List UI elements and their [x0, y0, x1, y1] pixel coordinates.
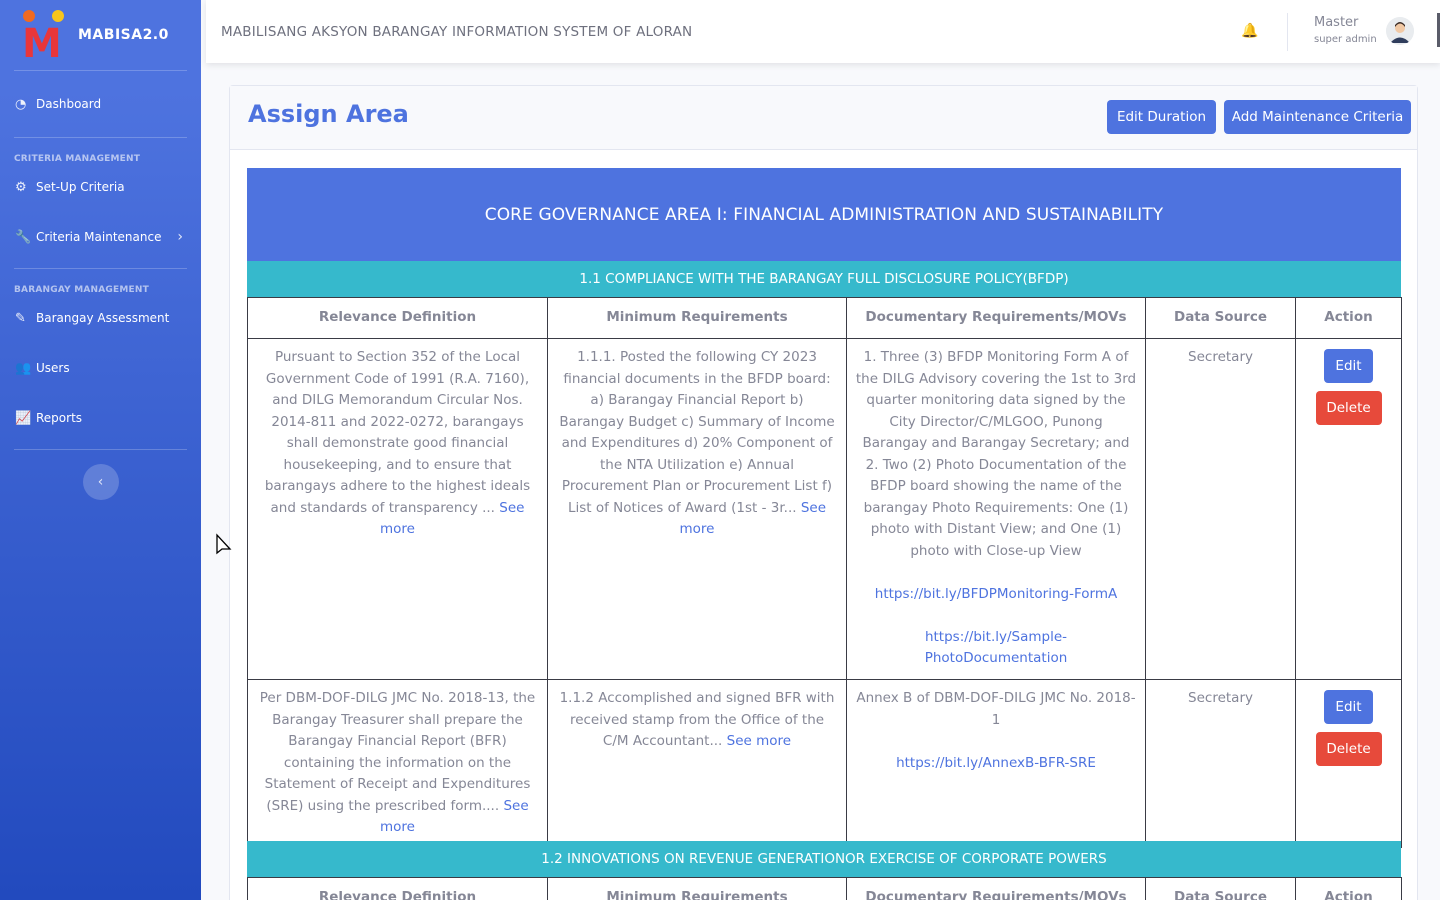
- column-header: Action: [1295, 297, 1402, 339]
- column-header: Action: [1295, 877, 1402, 900]
- bell-icon[interactable]: 🔔: [1241, 23, 1258, 39]
- assign-area-card: Assign Area Edit Duration Add Maintenanc…: [229, 85, 1418, 900]
- add-maintenance-criteria-button[interactable]: Add Maintenance Criteria: [1224, 100, 1411, 134]
- action-cell: Edit Delete: [1295, 338, 1402, 680]
- relevance-cell: Per DBM-DOF-DILG JMC No. 2018-13, the Ba…: [247, 679, 548, 848]
- table-header-row: Relevance Definition Minimum Requirement…: [247, 297, 1402, 339]
- sidebar-item-label: Users: [36, 361, 70, 375]
- mouse-cursor-icon: [216, 533, 232, 555]
- column-header: Relevance Definition: [247, 877, 548, 900]
- sidebar-toggle-button[interactable]: ‹: [82, 464, 119, 500]
- column-header: Data Source: [1145, 877, 1296, 900]
- sidebar-item-reports[interactable]: 📈 Reports: [0, 399, 201, 437]
- edit-duration-button[interactable]: Edit Duration: [1107, 100, 1216, 134]
- sidebar: M MABISA2.0 ◔ Dashboard CRITERIA MANAGEM…: [0, 0, 201, 900]
- sidebar-item-barangay-assessment[interactable]: ✎ Barangay Assessment: [0, 299, 201, 337]
- documentary-text: 1. Three (3) BFDP Monitoring Form A of t…: [855, 349, 1137, 559]
- sidebar-item-label: Reports: [36, 411, 83, 425]
- chevron-left-icon: ‹: [97, 474, 104, 490]
- edit-icon: ✎: [15, 310, 26, 326]
- chart-line-icon: 📈: [15, 410, 32, 426]
- action-cell: Edit Delete: [1295, 679, 1402, 848]
- mov-link[interactable]: https://bit.ly/BFDPMonitoring-FormA: [875, 586, 1117, 602]
- avatar[interactable]: [1386, 17, 1414, 45]
- sidebar-item-dashboard[interactable]: ◔ Dashboard: [0, 71, 201, 137]
- criteria-table: Relevance Definition Minimum Requirement…: [247, 877, 1402, 900]
- sidebar-divider: [14, 449, 187, 450]
- table-row: Per DBM-DOF-DILG JMC No. 2018-13, the Ba…: [247, 679, 1402, 848]
- mov-link[interactable]: https://bit.ly/Sample-PhotoDocumentation: [925, 629, 1068, 667]
- mov-link[interactable]: https://bit.ly/AnnexB-BFR-SRE: [896, 755, 1096, 771]
- minimum-text: 1.1.1. Posted the following CY 2023 fina…: [559, 349, 835, 516]
- topbar: MABILISANG AKSYON BARANGAY INFORMATION S…: [206, 0, 1440, 63]
- delete-button[interactable]: Delete: [1315, 732, 1382, 766]
- sidebar-item-label: Set-Up Criteria: [36, 180, 125, 194]
- data-source-cell: Secretary: [1145, 679, 1296, 848]
- user-info[interactable]: Master super admin: [1314, 15, 1377, 45]
- dashboard-icon: ◔: [15, 96, 27, 112]
- topbar-divider: [1287, 13, 1288, 51]
- relevance-text: Pursuant to Section 352 of the Local Gov…: [264, 349, 531, 516]
- users-icon: 👥: [15, 360, 32, 376]
- sidebar-item-label: Criteria Maintenance: [36, 230, 162, 244]
- sidebar-item-setup-criteria[interactable]: ⚙ Set-Up Criteria: [0, 168, 201, 206]
- minimum-cell: 1.1.1. Posted the following CY 2023 fina…: [547, 338, 847, 680]
- relevance-text: Per DBM-DOF-DILG JMC No. 2018-13, the Ba…: [259, 690, 536, 814]
- sidebar-brand[interactable]: M MABISA2.0: [0, 0, 201, 70]
- documentary-cell: Annex B of DBM-DOF-DILG JMC No. 2018-1 h…: [846, 679, 1146, 848]
- user-name: Master: [1314, 15, 1359, 30]
- column-header: Data Source: [1145, 297, 1296, 339]
- area-title-banner: CORE GOVERNANCE AREA I: FINANCIAL ADMINI…: [247, 168, 1401, 261]
- sidebar-item-label: Dashboard: [36, 97, 102, 111]
- data-source-cell: Secretary: [1145, 338, 1296, 680]
- documentary-cell: 1. Three (3) BFDP Monitoring Form A of t…: [846, 338, 1146, 680]
- edit-button[interactable]: Edit: [1324, 349, 1373, 383]
- gear-icon: ⚙: [15, 179, 27, 195]
- brand-logo: M: [22, 6, 66, 64]
- section-title-banner: 1.1 COMPLIANCE WITH THE BARANGAY FULL DI…: [247, 261, 1401, 297]
- wrench-icon: 🔧: [15, 229, 32, 245]
- documentary-text: Annex B of DBM-DOF-DILG JMC No. 2018-1: [856, 690, 1136, 728]
- minimum-cell: 1.1.2 Accomplished and signed BFR with r…: [547, 679, 847, 848]
- criteria-table: Relevance Definition Minimum Requirement…: [247, 297, 1402, 848]
- sidebar-heading: BARANGAY MANAGEMENT: [14, 285, 149, 295]
- section-title-banner: 1.2 INNOVATIONS ON REVENUE GENERATIONOR …: [247, 841, 1401, 877]
- table-row: Pursuant to Section 352 of the Local Gov…: [247, 338, 1402, 680]
- user-role: super admin: [1314, 34, 1377, 45]
- delete-button[interactable]: Delete: [1315, 391, 1382, 425]
- column-header: Relevance Definition: [247, 297, 548, 339]
- column-header: Documentary Requirements/MOVs: [846, 877, 1146, 900]
- sidebar-item-users[interactable]: 👥 Users: [0, 337, 201, 399]
- minimum-text: 1.1.2 Accomplished and signed BFR with r…: [559, 690, 835, 749]
- relevance-cell: Pursuant to Section 352 of the Local Gov…: [247, 338, 548, 680]
- sidebar-heading: CRITERIA MANAGEMENT: [14, 154, 141, 164]
- page-title: Assign Area: [248, 100, 409, 128]
- table-header-row: Relevance Definition Minimum Requirement…: [247, 877, 1402, 900]
- column-header: Minimum Requirements: [547, 297, 847, 339]
- edit-button[interactable]: Edit: [1324, 690, 1373, 724]
- chevron-right-icon: ›: [177, 229, 183, 245]
- sidebar-item-label: Barangay Assessment: [36, 311, 170, 325]
- system-title: MABILISANG AKSYON BARANGAY INFORMATION S…: [221, 23, 693, 40]
- column-header: Minimum Requirements: [547, 877, 847, 900]
- column-header: Documentary Requirements/MOVs: [846, 297, 1146, 339]
- see-more-link[interactable]: See more: [727, 733, 791, 749]
- brand-name: MABISA2.0: [78, 27, 169, 43]
- card-header: Assign Area Edit Duration Add Maintenanc…: [230, 86, 1417, 150]
- sidebar-item-criteria-maintenance[interactable]: 🔧 Criteria Maintenance ›: [0, 206, 201, 268]
